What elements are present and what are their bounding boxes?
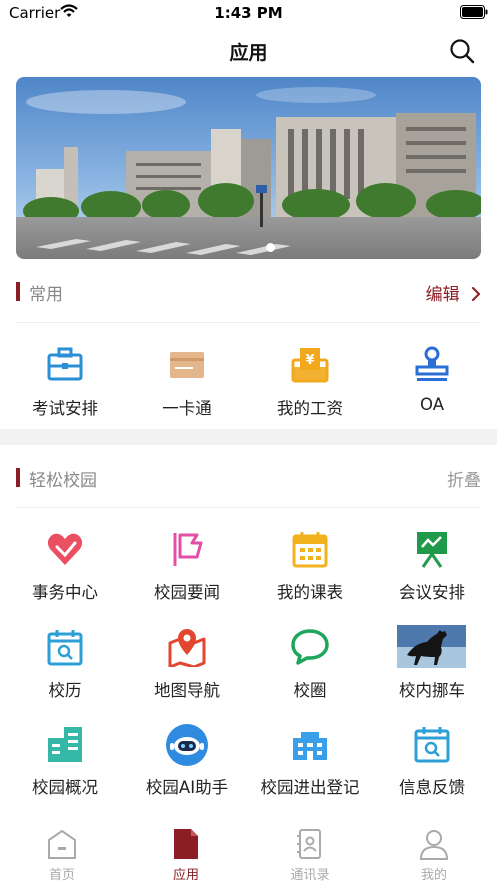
svg-text:¥: ¥: [305, 353, 314, 368]
app-label: 校历: [48, 681, 82, 700]
app-label: 校圈: [293, 681, 327, 700]
calendar-search-icon: [47, 630, 83, 666]
collapse-button[interactable]: 折叠: [447, 466, 481, 491]
flag-icon: [173, 533, 203, 566]
app-label: 一卡通: [162, 399, 212, 418]
chevron-right-icon: [472, 287, 480, 301]
edit-label: 编辑: [425, 285, 460, 305]
stamp-icon: [415, 346, 449, 381]
app-my-timetable[interactable]: 我的课表: [248, 529, 372, 613]
salary-icon: ¥: [291, 348, 329, 383]
app-campus-overview[interactable]: 校园概况: [3, 724, 127, 808]
app-exam-schedule[interactable]: 考试安排: [3, 345, 127, 429]
feedback-icon: [414, 727, 450, 763]
nav-bar: 应用: [0, 26, 497, 74]
gate-icon: [293, 732, 327, 760]
user-icon: [419, 830, 449, 860]
home-icon: [48, 829, 76, 859]
chat-bubble-icon: [291, 629, 329, 665]
app-label: 事务中心: [32, 583, 98, 602]
battery-icon: [460, 5, 488, 19]
app-label: 校园进出登记: [260, 778, 360, 797]
divider: [16, 322, 481, 323]
app-school-calendar[interactable]: 校历: [3, 627, 127, 711]
app-label: 我的工资: [277, 399, 343, 418]
app-campus-entry-registration[interactable]: 校园进出登记: [248, 724, 372, 808]
app-label: 校园概况: [32, 778, 98, 797]
robot-icon: [166, 724, 208, 766]
search-icon[interactable]: [449, 38, 475, 64]
tab-bar: 首页 应用 通讯录 我的: [0, 822, 497, 883]
tab-label: 应用: [172, 868, 199, 883]
app-map-navigation[interactable]: 地图导航: [125, 627, 249, 711]
page-title: 应用: [229, 42, 268, 64]
edit-button[interactable]: 编辑: [426, 280, 481, 305]
card-icon: [170, 352, 204, 378]
tab-label: 首页: [48, 868, 75, 883]
horse-photo-icon: [397, 625, 466, 668]
app-campus-news[interactable]: 校园要闻: [125, 529, 249, 613]
app-move-car[interactable]: 校内挪车: [370, 625, 494, 711]
status-bar: Carrier 1:43 PM: [0, 0, 497, 26]
carousel-page-indicator: [266, 243, 275, 252]
app-oa[interactable]: OA: [370, 345, 494, 429]
presentation-icon: [417, 532, 447, 568]
calendar-icon: [292, 532, 328, 568]
app-label: 校内挪车: [399, 681, 465, 700]
section-title: 轻松校园: [29, 471, 97, 491]
contacts-icon: [297, 829, 321, 859]
app-label: OA: [420, 395, 444, 414]
app-label: 信息反馈: [399, 778, 465, 797]
campus-building-photo: [16, 77, 481, 259]
app-label: 会议安排: [399, 583, 465, 602]
banner-carousel[interactable]: [16, 77, 481, 259]
tab-me[interactable]: 我的: [372, 828, 496, 883]
app-campus-card[interactable]: 一卡通: [125, 345, 249, 429]
common-section-header: 常用 编辑: [0, 274, 497, 310]
app-label: 考试安排: [32, 399, 98, 418]
app-label: 校园AI助手: [145, 778, 229, 797]
campus-section-header: 轻松校园 折叠: [0, 460, 497, 496]
app-label: 地图导航: [154, 681, 220, 700]
tab-label: 我的: [420, 868, 447, 883]
heart-hand-icon: [47, 533, 83, 565]
app-affairs-center[interactable]: 事务中心: [3, 529, 127, 613]
briefcase-icon: [47, 347, 83, 381]
building-icon: [48, 727, 82, 762]
app-campus-circle[interactable]: 校圈: [248, 627, 372, 711]
app-campus-ai-assistant[interactable]: 校园AI助手: [125, 724, 249, 808]
app-label: 校园要闻: [154, 583, 220, 602]
section-separator: [0, 429, 497, 445]
tab-label: 通讯录: [290, 868, 330, 883]
app-label: 我的课表: [277, 583, 343, 602]
section-accent-bar: [16, 468, 20, 487]
tab-contacts[interactable]: 通讯录: [248, 828, 372, 883]
tab-apps[interactable]: 应用: [124, 828, 248, 883]
app-meeting-schedule[interactable]: 会议安排: [370, 529, 494, 613]
app-my-salary[interactable]: ¥ 我的工资: [248, 345, 372, 429]
section-title: 常用: [29, 285, 63, 305]
tab-home[interactable]: 首页: [0, 828, 124, 883]
divider: [16, 507, 481, 508]
document-icon: [174, 829, 198, 859]
app-feedback[interactable]: 信息反馈: [370, 724, 494, 808]
status-time: 1:43 PM: [214, 4, 283, 22]
section-accent-bar: [16, 282, 20, 301]
map-pin-icon: [168, 629, 206, 667]
